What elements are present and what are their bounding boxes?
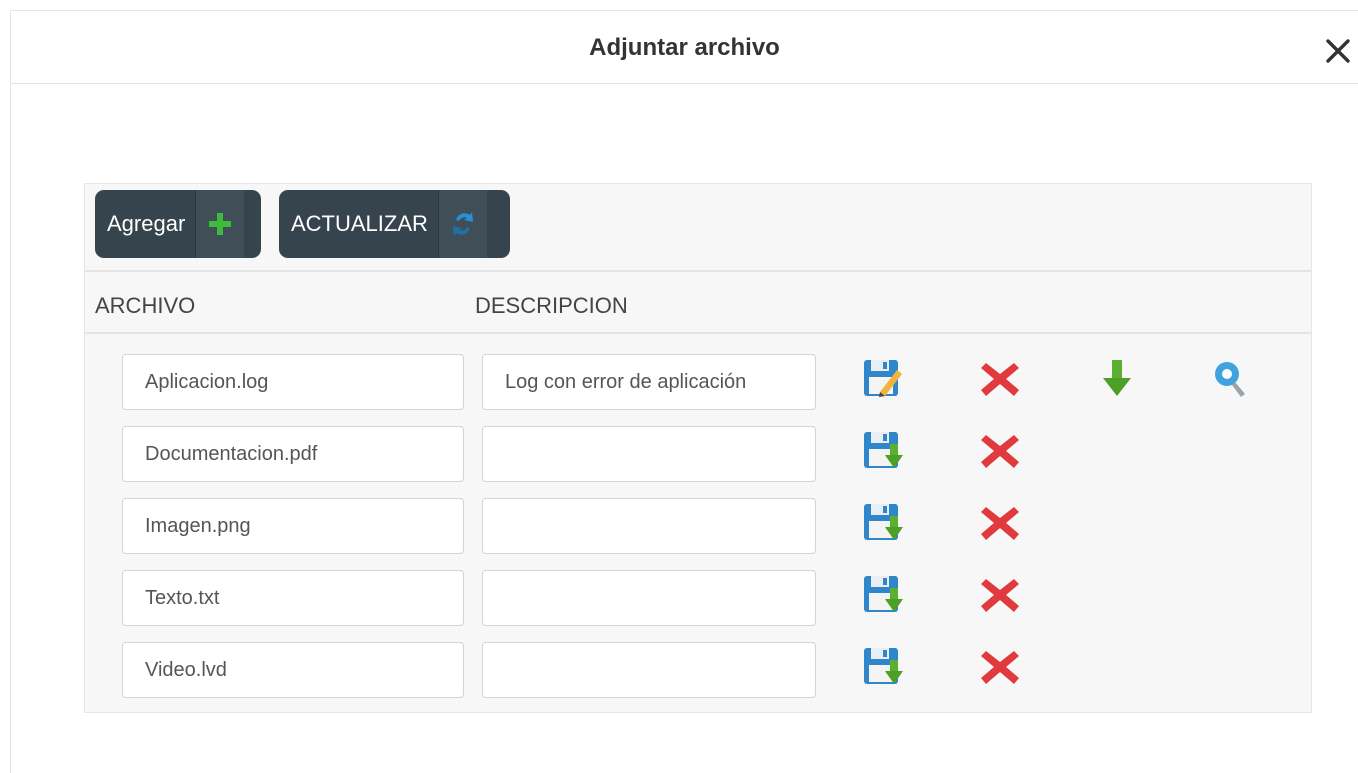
file-name-field[interactable]: Texto.txt <box>122 570 464 626</box>
description-field[interactable] <box>482 642 816 698</box>
close-icon[interactable] <box>1324 37 1352 65</box>
save-edit-icon[interactable] <box>860 356 906 402</box>
file-row: Texto.txt <box>85 550 1311 626</box>
file-row: Imagen.png <box>85 478 1311 554</box>
file-name-field[interactable]: Aplicacion.log <box>122 354 464 410</box>
description-field[interactable] <box>482 426 816 482</box>
file-row: Video.lvd <box>85 622 1311 698</box>
dialog-title: Adjuntar archivo <box>589 34 780 61</box>
refresh-icon <box>437 190 487 258</box>
attachments-panel: Agregar ACTUALIZAR ARCHIVO DESCRIPCION A… <box>84 183 1312 713</box>
download-icon[interactable] <box>1094 356 1140 402</box>
delete-icon[interactable] <box>977 644 1023 690</box>
delete-icon[interactable] <box>977 572 1023 618</box>
file-row: Documentacion.pdf <box>85 406 1311 482</box>
column-headers: ARCHIVO DESCRIPCION <box>85 272 1311 334</box>
add-button[interactable]: Agregar <box>95 190 261 258</box>
file-name-field[interactable]: Imagen.png <box>122 498 464 554</box>
column-header-file: ARCHIVO <box>95 293 196 318</box>
file-row: Aplicacion.log Log con error de aplicaci… <box>85 334 1311 410</box>
file-name-field[interactable]: Documentacion.pdf <box>122 426 464 482</box>
file-name-field[interactable]: Video.lvd <box>122 642 464 698</box>
add-button-label: Agregar <box>107 211 186 236</box>
save-download-icon[interactable] <box>860 572 906 618</box>
delete-icon[interactable] <box>977 428 1023 474</box>
attach-file-dialog: Adjuntar archivo Agregar ACTUALIZAR ARCH… <box>10 10 1358 773</box>
delete-icon[interactable] <box>977 500 1023 546</box>
description-field[interactable] <box>482 498 816 554</box>
plus-icon <box>195 190 245 258</box>
description-field[interactable]: Log con error de aplicación <box>482 354 816 410</box>
save-download-icon[interactable] <box>860 428 906 474</box>
view-icon[interactable] <box>1209 356 1255 402</box>
delete-icon[interactable] <box>977 356 1023 402</box>
save-download-icon[interactable] <box>860 644 906 690</box>
description-field[interactable] <box>482 570 816 626</box>
save-download-icon[interactable] <box>860 500 906 546</box>
refresh-button[interactable]: ACTUALIZAR <box>279 190 510 258</box>
dialog-header: Adjuntar archivo <box>11 11 1358 84</box>
refresh-button-label: ACTUALIZAR <box>291 211 428 236</box>
column-header-description: DESCRIPCION <box>475 293 628 318</box>
toolbar: Agregar ACTUALIZAR <box>85 184 1311 272</box>
